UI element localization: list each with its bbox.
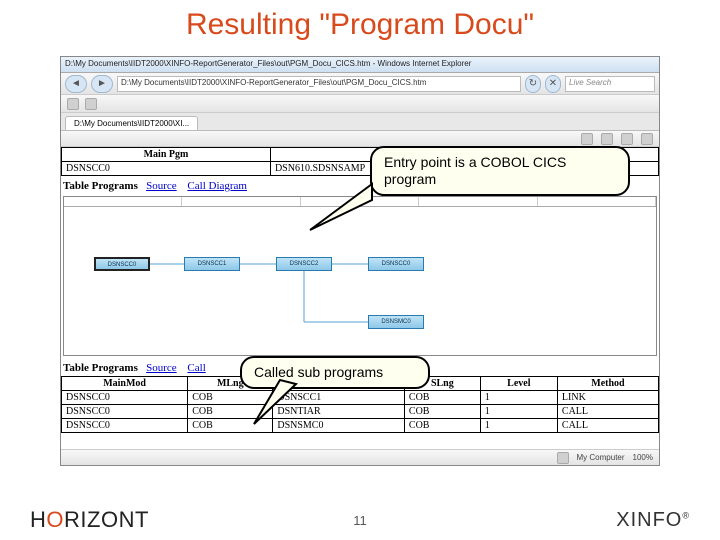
browser-window: D:\My Documents\IIDT2000\XINFO-ReportGen… bbox=[60, 56, 660, 466]
home-icon[interactable] bbox=[581, 133, 593, 145]
diagram-node[interactable]: DSNSCC2 bbox=[276, 257, 332, 271]
favorites-bar bbox=[61, 95, 659, 113]
status-bar: My Computer 100% bbox=[61, 449, 659, 465]
back-button[interactable]: ◄ bbox=[65, 75, 87, 93]
diagram-node[interactable]: DSNSCC0 bbox=[368, 257, 424, 271]
tab-document[interactable]: D:\My Documents\IIDT2000\XI... bbox=[65, 116, 198, 130]
slide-footer: HORIZONT 11 XINFO® bbox=[0, 500, 720, 540]
col-level: Level bbox=[480, 377, 557, 391]
col-main-pgm: Main Pgm bbox=[62, 148, 271, 162]
page-number: 11 bbox=[353, 513, 367, 528]
diagram-node[interactable]: DSNSMC0 bbox=[368, 315, 424, 329]
link-source[interactable]: Source bbox=[146, 180, 177, 192]
link-call[interactable]: Call bbox=[187, 362, 205, 374]
table-row: DSNSCC0COBDSNTIARCOB1CALL bbox=[62, 405, 659, 419]
callout-entry-point: Entry point is a COBOL CICS program bbox=[370, 146, 630, 196]
table-row: DSNSCC0COBDSNSCC1COB1LINK bbox=[62, 391, 659, 405]
window-titlebar: D:\My Documents\IIDT2000\XINFO-ReportGen… bbox=[61, 57, 659, 73]
col-mainmod: MainMod bbox=[62, 377, 188, 391]
col-method: Method bbox=[557, 377, 658, 391]
print-icon[interactable] bbox=[601, 133, 613, 145]
tools-icon[interactable] bbox=[641, 133, 653, 145]
diagram-node[interactable]: DSNSCC1 bbox=[184, 257, 240, 271]
callout-tail-icon bbox=[250, 378, 310, 428]
callout-tail-icon bbox=[300, 180, 380, 240]
brand-xinfo: XINFO® bbox=[616, 509, 690, 532]
link-source[interactable]: Source bbox=[146, 362, 177, 374]
slide-title: Resulting "Program Docu" bbox=[0, 0, 720, 48]
stop-button[interactable]: ✕ bbox=[545, 75, 561, 93]
search-input[interactable]: Live Search bbox=[565, 76, 655, 92]
status-zone: My Computer bbox=[577, 453, 625, 462]
brand-horizont: HORIZONT bbox=[30, 507, 149, 533]
tab-strip: D:\My Documents\IIDT2000\XI... bbox=[61, 113, 659, 131]
nav-toolbar: ◄ ► D:\My Documents\IIDT2000\XINFO-Repor… bbox=[61, 73, 659, 95]
zone-icon bbox=[557, 452, 569, 464]
status-zoom[interactable]: 100% bbox=[633, 453, 653, 462]
refresh-button[interactable]: ↻ bbox=[525, 75, 541, 93]
page-icon[interactable] bbox=[621, 133, 633, 145]
command-bar bbox=[61, 131, 659, 147]
link-call-diagram[interactable]: Call Diagram bbox=[187, 180, 247, 192]
feeds-icon[interactable] bbox=[85, 98, 97, 110]
address-bar[interactable]: D:\My Documents\IIDT2000\XINFO-ReportGen… bbox=[117, 76, 521, 92]
forward-button[interactable]: ► bbox=[91, 75, 113, 93]
diagram-node-entry[interactable]: DSNSCC0 bbox=[94, 257, 150, 271]
table-row: DSNSCC0COBDSNSMC0COB1CALL bbox=[62, 419, 659, 433]
favorites-icon[interactable] bbox=[67, 98, 79, 110]
